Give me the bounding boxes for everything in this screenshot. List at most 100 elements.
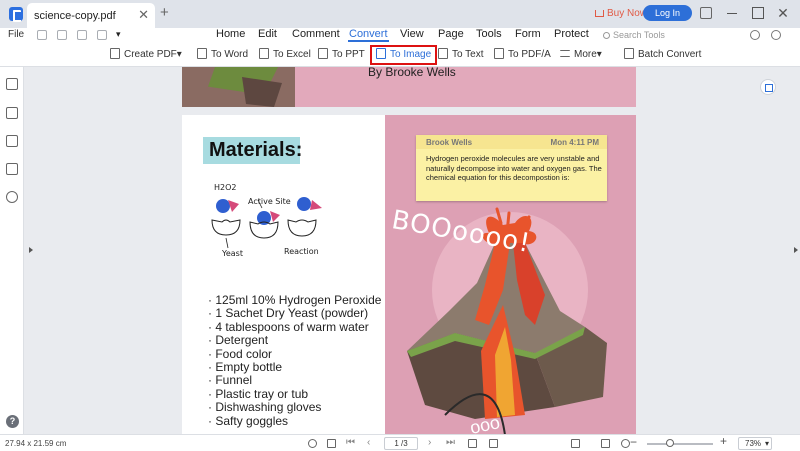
to-ppt-button[interactable]: To PPT xyxy=(318,47,365,63)
pdfa-icon xyxy=(494,48,504,59)
page-layout-icon[interactable] xyxy=(571,439,580,448)
to-excel-label: To Excel xyxy=(273,49,311,60)
fit-width-icon[interactable] xyxy=(489,439,498,448)
thumbnails-icon[interactable] xyxy=(6,78,18,90)
fit-page-icon[interactable] xyxy=(468,439,477,448)
collapse-icon[interactable] xyxy=(771,30,781,40)
zoom-in-icon[interactable]: + xyxy=(720,435,727,447)
materials-panel: Materials: H2O2 Active Site Yeast Reacti… xyxy=(182,115,385,434)
convert-float-button[interactable] xyxy=(760,79,776,95)
list-item: Plastic tray or tub xyxy=(208,387,381,401)
materials-heading-box: Materials: xyxy=(203,137,302,164)
create-pdf-button[interactable]: Create PDF▾ xyxy=(110,47,182,63)
last-page-icon[interactable]: ⏭ xyxy=(446,437,455,449)
first-page-icon[interactable]: ⏮ xyxy=(346,437,355,449)
list-item: Funnel xyxy=(208,374,381,388)
more-button[interactable]: More▾ xyxy=(560,47,602,63)
zoom-level-select[interactable]: 73% xyxy=(738,437,772,450)
maximize-icon[interactable] xyxy=(752,7,764,19)
menu-edit[interactable]: Edit xyxy=(258,28,277,40)
zoom-slider[interactable] xyxy=(647,443,713,445)
search-tools-placeholder: Search Tools xyxy=(613,30,665,40)
document-tab[interactable]: science-copy.pdf ✕ xyxy=(27,3,155,28)
menu-protect[interactable]: Protect xyxy=(554,28,589,40)
batch-convert-label: Batch Convert xyxy=(638,49,702,60)
menu-lines-icon xyxy=(560,50,570,57)
attachment-icon[interactable] xyxy=(6,163,18,175)
document-tab-name: science-copy.pdf xyxy=(34,10,116,22)
menu-page[interactable]: Page xyxy=(438,28,464,40)
menu-tools[interactable]: Tools xyxy=(476,28,502,40)
list-item: Detergent xyxy=(208,333,381,347)
search-tools-input[interactable]: Search Tools xyxy=(603,30,665,40)
file-menu[interactable]: File xyxy=(8,29,24,40)
zoom-slider-handle[interactable] xyxy=(666,439,674,447)
to-pdfa-button[interactable]: To PDF/A xyxy=(494,47,551,63)
enzyme-diagram: H2O2 Active Site Yeast Reaction xyxy=(211,183,322,258)
status-bar: 27.94 x 21.59 cm ⏮ ‹ 1 /3 › ⏭ − + 73% xyxy=(0,434,800,451)
app-logo-icon xyxy=(9,7,23,22)
menu-comment[interactable]: Comment xyxy=(292,28,340,40)
reading-mode-icon[interactable] xyxy=(601,439,610,448)
list-item: 4 tablespoons of warm water xyxy=(208,320,381,334)
excel-icon xyxy=(259,48,269,59)
to-ppt-label: To PPT xyxy=(332,49,365,60)
menu-form[interactable]: Form xyxy=(515,28,541,40)
new-tab-icon[interactable]: + xyxy=(160,5,169,20)
comment-note[interactable]: Brook Wells Mon 4:11 PM Hydrogen peroxid… xyxy=(416,135,607,201)
redo-icon[interactable] xyxy=(97,30,107,40)
image-icon xyxy=(376,48,386,59)
undo-icon[interactable] xyxy=(77,30,87,40)
expand-right-panel-icon[interactable] xyxy=(794,247,798,253)
menu-home[interactable]: Home xyxy=(216,28,245,40)
help-icon[interactable]: ? xyxy=(6,415,19,428)
save-icon[interactable] xyxy=(37,30,47,40)
buy-now-label: Buy Now xyxy=(607,8,648,19)
zoom-out-icon[interactable]: − xyxy=(630,436,637,448)
text-icon xyxy=(438,48,448,59)
create-pdf-icon xyxy=(110,48,120,59)
next-page-icon[interactable]: › xyxy=(428,437,431,449)
volcano-panel: BOOoooo! ooo Brook Wells Mon 4:11 PM Hyd… xyxy=(385,115,636,434)
list-item: Empty bottle xyxy=(208,360,381,374)
diagram-label-h2o2: H2O2 xyxy=(214,183,237,192)
login-button[interactable]: Log In xyxy=(643,5,692,21)
more-label: More xyxy=(574,49,597,60)
to-pdfa-label: To PDF/A xyxy=(508,49,551,60)
menu-view[interactable]: View xyxy=(400,28,424,40)
hand-tool-icon[interactable] xyxy=(308,439,317,448)
buy-now-link[interactable]: Buy Now xyxy=(595,8,647,19)
to-word-button[interactable]: To Word xyxy=(197,47,248,63)
diagram-label-reaction: Reaction xyxy=(284,247,319,256)
batch-convert-button[interactable]: Batch Convert xyxy=(624,47,701,63)
batch-convert-icon xyxy=(624,48,634,59)
diagram-label-yeast: Yeast xyxy=(221,249,243,258)
previous-page-icon[interactable]: ‹ xyxy=(367,437,370,449)
list-item: 125ml 10% Hydrogen Peroxide xyxy=(208,293,381,307)
fullscreen-icon[interactable] xyxy=(621,439,630,448)
print-icon[interactable] xyxy=(57,30,67,40)
to-image-button[interactable]: To Image xyxy=(370,45,438,65)
upload-cloud-icon[interactable] xyxy=(750,30,760,40)
menu-convert[interactable]: Convert xyxy=(348,28,389,42)
window-close-icon[interactable]: ✕ xyxy=(777,6,789,20)
comment-note-header: Brook Wells Mon 4:11 PM xyxy=(416,135,607,149)
select-tool-icon[interactable] xyxy=(327,439,336,448)
comment-author: Brook Wells xyxy=(426,138,473,147)
ppt-icon xyxy=(318,48,328,59)
page-dimensions: 27.94 x 21.59 cm xyxy=(5,439,67,448)
minimize-icon[interactable] xyxy=(726,7,738,19)
message-icon[interactable] xyxy=(700,7,712,19)
comment-icon[interactable] xyxy=(6,135,18,147)
to-text-label: To Text xyxy=(452,49,484,60)
to-excel-button[interactable]: To Excel xyxy=(259,47,311,63)
search-panel-icon[interactable] xyxy=(6,191,18,203)
customize-dropdown-icon[interactable]: ▾ xyxy=(116,29,121,40)
page-number-input[interactable]: 1 /3 xyxy=(384,437,418,450)
expand-left-panel-icon[interactable] xyxy=(29,247,33,253)
close-tab-icon[interactable]: ✕ xyxy=(138,8,149,21)
bookmark-icon[interactable] xyxy=(6,107,18,119)
materials-list: 125ml 10% Hydrogen Peroxide 1 Sachet Dry… xyxy=(208,293,381,428)
to-text-button[interactable]: To Text xyxy=(438,47,484,63)
list-item: Food color xyxy=(208,347,381,361)
